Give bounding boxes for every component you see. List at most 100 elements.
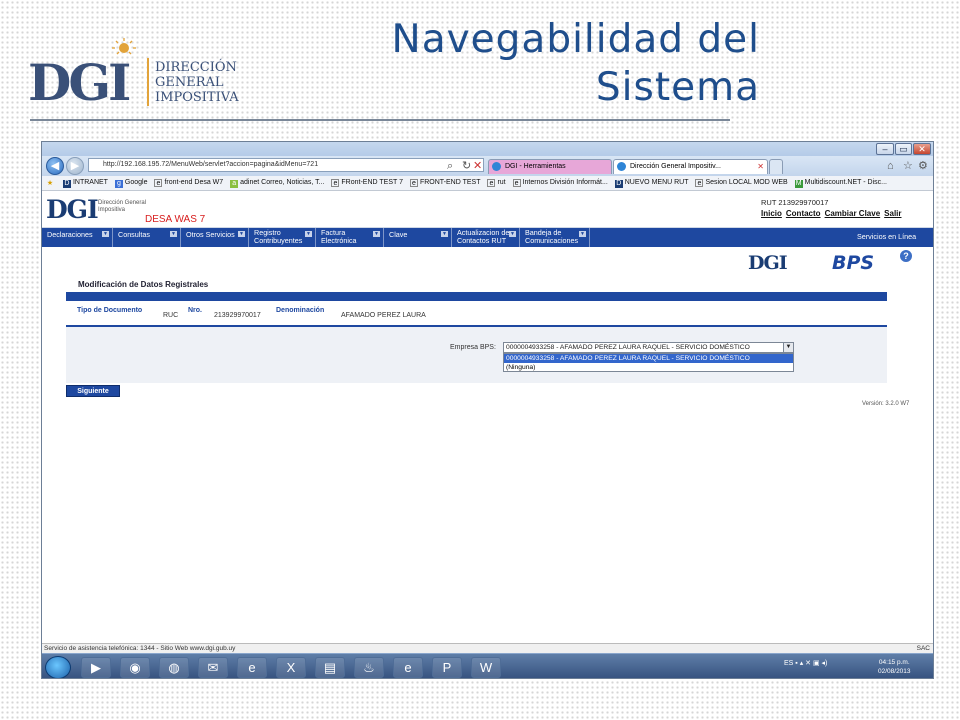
ie-page-icon xyxy=(617,162,626,171)
environment-label: DESA WAS 7 xyxy=(145,214,206,225)
start-button[interactable] xyxy=(45,656,71,678)
web-page: DGI Dirección General Impositiva DESA WA… xyxy=(42,191,933,643)
ie-page-icon xyxy=(492,162,501,171)
favorites-star-icon[interactable]: ☆ xyxy=(903,159,913,173)
minimize-button[interactable]: – xyxy=(876,143,894,155)
back-button[interactable]: ◀ xyxy=(46,157,64,175)
fav-link-internos[interactable]: e Internos División Informát... xyxy=(512,176,608,190)
folder-icon[interactable]: ▤ xyxy=(315,657,345,678)
clock-time: 04:15 p.m. xyxy=(878,659,910,666)
powerpoint-icon[interactable]: P xyxy=(432,657,462,678)
outlook-icon[interactable]: ✉ xyxy=(198,657,228,678)
siguiente-button[interactable]: Siguiente xyxy=(66,385,120,397)
option-ninguna[interactable]: (Ninguna) xyxy=(504,363,793,371)
chevron-down-icon: ▼ xyxy=(579,231,586,237)
tipo-documento-value: RUC xyxy=(163,312,179,319)
fav-link-sesion-local[interactable]: e Sesion LOCAL MOD WEB xyxy=(695,176,788,190)
section-header-bar xyxy=(66,292,887,301)
fav-link-adinet[interactable]: a adinet Correo, Noticias, T... xyxy=(230,176,324,190)
nro-label: Nro. xyxy=(188,307,202,314)
new-tab-button[interactable] xyxy=(769,159,783,174)
fav-link-frontend-test7[interactable]: e FRont-END TEST 7 xyxy=(331,176,403,190)
tab-dgi-main[interactable]: Dirección General Impositiv... ✕ xyxy=(613,159,768,174)
site-header: DGI Dirección General Impositiva DESA WA… xyxy=(42,191,933,228)
firefox-icon[interactable]: ◍ xyxy=(159,657,189,678)
slide-title-line1: Navegabilidad del xyxy=(391,17,760,62)
address-bar[interactable]: http://192.168.195.72/MenuWeb/servlet?ac… xyxy=(88,158,484,172)
svg-text:DGI: DGI xyxy=(28,53,130,110)
clock[interactable]: 04:15 p.m. 02/08/2013 xyxy=(878,658,911,676)
slide-title-line2: Sistema xyxy=(595,65,760,110)
link-salir[interactable]: Salir xyxy=(884,209,901,218)
chevron-down-icon: ▼ xyxy=(373,231,380,237)
chrome-icon[interactable]: ◉ xyxy=(120,657,150,678)
fav-link-rut[interactable]: e rut xyxy=(487,176,506,190)
menu-declaraciones[interactable]: Declaraciones ▼ xyxy=(42,228,113,247)
media-player-icon[interactable]: ▶ xyxy=(81,657,111,678)
option-empresa[interactable]: 0000004933258 - AFAMADO PEREZ LAURA RAQU… xyxy=(504,354,793,363)
link-inicio[interactable]: Inicio xyxy=(761,209,782,218)
site-logo[interactable]: DGI xyxy=(46,195,99,224)
menu-clave[interactable]: Clave ▼ xyxy=(384,228,452,247)
browser-statusbar: Servicio de asistencia telefónica: 1344 … xyxy=(42,643,933,653)
fav-link-multidiscount[interactable]: M Multidiscount.NET - Disc... xyxy=(794,176,887,190)
denominacion-value: AFAMADO PEREZ LAURA xyxy=(341,312,426,319)
menu-factura-electronica[interactable]: Factura Electrónica ▼ xyxy=(316,228,384,247)
chevron-down-icon: ▼ xyxy=(170,231,177,237)
help-icon[interactable]: ? xyxy=(900,250,912,262)
link-contacto[interactable]: Contacto xyxy=(786,209,821,218)
dgi-small-logo: DGI xyxy=(748,252,788,274)
tipo-documento-label: Tipo de Documento xyxy=(77,307,143,314)
svg-text:IMPOSITIVA: IMPOSITIVA xyxy=(155,90,239,105)
version-label: Versión: 3.2.0 W7 xyxy=(862,401,910,407)
menu-actualizacion-contactos[interactable]: Actualizacion de Contactos RUT ▼ xyxy=(452,228,520,247)
menu-otros-servicios[interactable]: Otros Servicios ▼ xyxy=(181,228,249,247)
fav-link-frontend-test[interactable]: e FRONT-END TEST xyxy=(409,176,481,190)
forward-button[interactable]: ▶ xyxy=(66,157,84,175)
services-online-link[interactable]: Servicios en Línea xyxy=(857,230,916,243)
menu-consultas[interactable]: Consultas ▼ xyxy=(113,228,181,247)
chevron-down-icon: ▼ xyxy=(238,231,245,237)
main-menu: Declaraciones ▼ Consultas ▼ Otros Servicio… xyxy=(42,228,933,247)
favorites-star-icon[interactable]: ★ xyxy=(46,176,56,190)
home-icon[interactable]: ⌂ xyxy=(887,159,894,173)
clock-date: 02/08/2013 xyxy=(878,668,911,675)
stop-icon[interactable]: ✕ xyxy=(473,159,482,173)
search-icon[interactable]: ⌕ xyxy=(447,159,453,173)
word-icon[interactable]: W xyxy=(471,657,501,678)
fav-link-frontend-desa[interactable]: e front-end Desa W7 xyxy=(154,176,223,190)
denominacion-label: Denominación xyxy=(276,307,325,314)
fav-link-intranet[interactable]: D INTRANET xyxy=(62,176,108,190)
ie-icon[interactable]: e xyxy=(237,657,267,678)
tab-close-icon[interactable]: ✕ xyxy=(757,160,764,173)
fav-link-nuevo-menu[interactable]: D NUEVO MENU RUT xyxy=(614,176,689,190)
ie-active-icon[interactable]: e xyxy=(393,657,423,678)
svg-text:GENERAL: GENERAL xyxy=(155,75,224,90)
chevron-down-icon[interactable]: ▼ xyxy=(783,343,793,352)
refresh-icon[interactable]: ↻ xyxy=(462,159,471,173)
menu-bandeja-comunicaciones[interactable]: Bandeja de Comunicaciones ▼ xyxy=(520,228,590,247)
app-icon[interactable]: ♨ xyxy=(354,657,384,678)
tab-label: Dirección General Impositiv... xyxy=(630,163,721,170)
tab-dgi-herramientas[interactable]: DGI - Herramientas xyxy=(488,159,612,174)
browser-window: – ▭ ✕ ◀ ▶ http://192.168.195.72/MenuWeb/… xyxy=(41,141,934,679)
maximize-button[interactable]: ▭ xyxy=(895,143,912,155)
browser-navbar: ◀ ▶ http://192.168.195.72/MenuWeb/servle… xyxy=(42,156,933,176)
language-indicator[interactable]: ES xyxy=(784,660,793,667)
chevron-down-icon: ▼ xyxy=(102,231,109,237)
menu-registro-contribuyentes[interactable]: Registro Contribuyentes ▼ xyxy=(249,228,316,247)
link-cambiar-clave[interactable]: Cambiar Clave xyxy=(825,209,881,218)
address-url: http://192.168.195.72/MenuWeb/servlet?ac… xyxy=(103,161,319,168)
status-text: Servicio de asistencia telefónica: 1344 … xyxy=(44,645,236,652)
windows-taskbar: ▶ ◉ ◍ ✉ e X ▤ ♨ e P W ES ▪ ▴ ✕ ▣ ◂) 04:1… xyxy=(42,653,933,678)
fav-link-google[interactable]: g Google xyxy=(114,176,147,190)
chevron-down-icon: ▼ xyxy=(305,231,312,237)
sun-icon xyxy=(112,38,136,55)
title-divider xyxy=(30,119,730,121)
gear-icon[interactable]: ⚙ xyxy=(918,159,928,173)
close-window-button[interactable]: ✕ xyxy=(913,143,931,155)
excel-icon[interactable]: X xyxy=(276,657,306,678)
window-titlebar: – ▭ ✕ xyxy=(42,142,933,156)
empresa-bps-select[interactable]: 0000004933258 - AFAMADO PEREZ LAURA RAQU… xyxy=(503,342,794,353)
top-links: Inicio Contacto Cambiar Clave Salir xyxy=(761,209,906,218)
